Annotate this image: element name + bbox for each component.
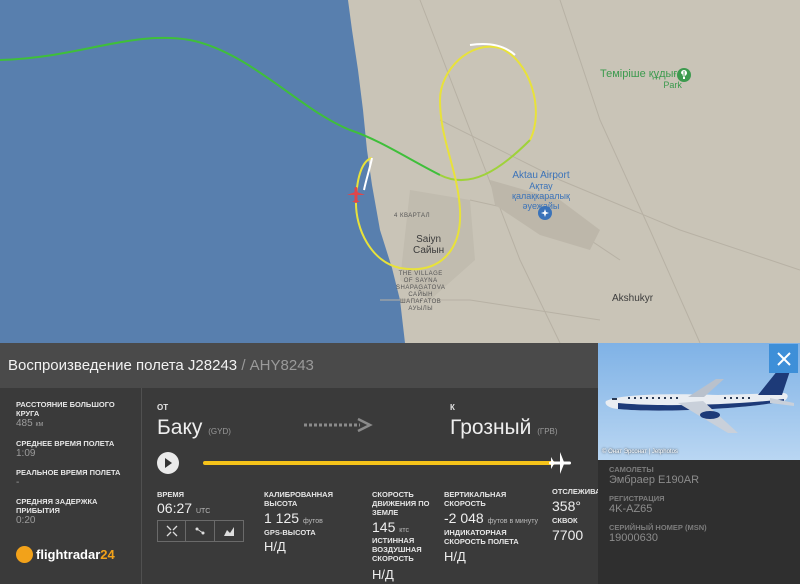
stat-real-time-value: -: [16, 477, 20, 488]
destination-city: Грозный (ГРВ): [450, 416, 558, 439]
close-button[interactable]: [769, 344, 798, 373]
playback-progress-bar[interactable]: [203, 461, 555, 465]
route-arrow-icon: [304, 417, 373, 433]
to-caption: К: [450, 403, 455, 412]
true-airspeed-label: Истинная воздушная скорость: [372, 536, 422, 563]
flightradar-logo[interactable]: flightradar 24: [16, 546, 115, 563]
title-separator: /: [237, 357, 250, 374]
stat-distance-value: 485 км: [16, 418, 44, 429]
ground-speed-label: Скорость движения по земле: [372, 490, 430, 517]
vertical-speed-label: Вертикальная скорость: [444, 490, 507, 508]
aircraft-panel: © Онат Эрсонат | Jetphotos Самолеты Эмбр…: [598, 343, 800, 584]
altitude-value: 1 125 футов: [264, 510, 323, 526]
close-icon: [776, 351, 791, 366]
time-value: 06:27 UTC: [157, 500, 211, 516]
true-airspeed-value: Н/Д: [372, 567, 394, 582]
vertical-speed-value: -2 048 футов в минуту: [444, 510, 538, 526]
town-label: Saiyn Сайын: [413, 234, 445, 256]
msn-label: Серийный номер (MSN): [609, 523, 707, 532]
origin-city: Баку (GYD): [157, 416, 231, 439]
stat-delay-label: Средняя задержка прибытия: [16, 497, 98, 515]
collapse-toggle[interactable]: [157, 520, 186, 542]
from-caption: ОТ: [157, 403, 169, 412]
park-label: Теміріше құдығы Park: [600, 68, 686, 90]
photo-credit[interactable]: © Онат Эрсонат | Jetphotos: [602, 449, 678, 455]
play-button[interactable]: [157, 452, 179, 474]
stat-real-time-label: Реальное время полета: [16, 468, 121, 477]
view-toggle-group: [157, 520, 244, 542]
stat-avg-time-value: 1:09: [16, 448, 36, 459]
msn-value: 19000630: [609, 532, 658, 544]
gps-altitude-value: Н/Д: [264, 539, 286, 554]
aircraft-type-value: Эмбраер E190AR: [609, 474, 700, 486]
aircraft-type-label: Самолеты: [609, 465, 654, 474]
gps-altitude-label: GPS-высота: [264, 528, 316, 537]
globe-icon: [16, 546, 33, 563]
stat-avg-time-label: Среднее время полета: [16, 439, 115, 448]
altitude-graph-toggle[interactable]: [215, 520, 244, 542]
collapse-icon: [166, 525, 177, 537]
registration-value: 4K-AZ65: [609, 503, 653, 515]
track-value: 358°: [552, 498, 581, 514]
district-label: 4 КВАРТАЛ: [394, 213, 431, 219]
altitude-label: Калиброванная высота: [264, 490, 333, 508]
play-icon: [165, 458, 172, 468]
graph-icon: [224, 527, 234, 536]
squawk-label: СКВОК: [552, 516, 578, 525]
flight-map[interactable]: Теміріше құдығы Park Aktau Airport Ақтау…: [0, 0, 800, 343]
indicated-airspeed-label: Индикаторная скорость полета: [444, 528, 519, 546]
playback-header: Воспроизведение полета J28243 / AHY8243: [0, 343, 598, 388]
registration-label: Регистрация: [609, 494, 665, 503]
playback-title: Воспроизведение полета J28243: [8, 357, 238, 374]
callsign: AHY8243: [249, 357, 314, 374]
time-label: Время: [157, 490, 185, 499]
ground-speed-value: 145 ктс: [372, 519, 410, 535]
akshukyr-label: Akshukyr: [612, 293, 654, 304]
airport-label: Aktau Airport Ақтау қалақкаралық әуежайы: [512, 170, 570, 212]
route-panel: ОТ Баку (GYD) К Грозный (ГРВ) Время 06:2…: [143, 388, 610, 584]
stat-distance-label: Расстояние большого круга: [16, 400, 115, 418]
airplane-icon: [549, 452, 571, 474]
village-label: THE VILLAGE OF SAYNA SHAPAGATOVA САЙЫН Ш…: [396, 271, 446, 312]
indicated-airspeed-value: Н/Д: [444, 549, 466, 564]
stat-delay-value: 0:20: [16, 515, 36, 526]
squawk-value: 7700: [552, 527, 584, 543]
route-icon: [195, 527, 205, 535]
route-toggle[interactable]: [186, 520, 215, 542]
